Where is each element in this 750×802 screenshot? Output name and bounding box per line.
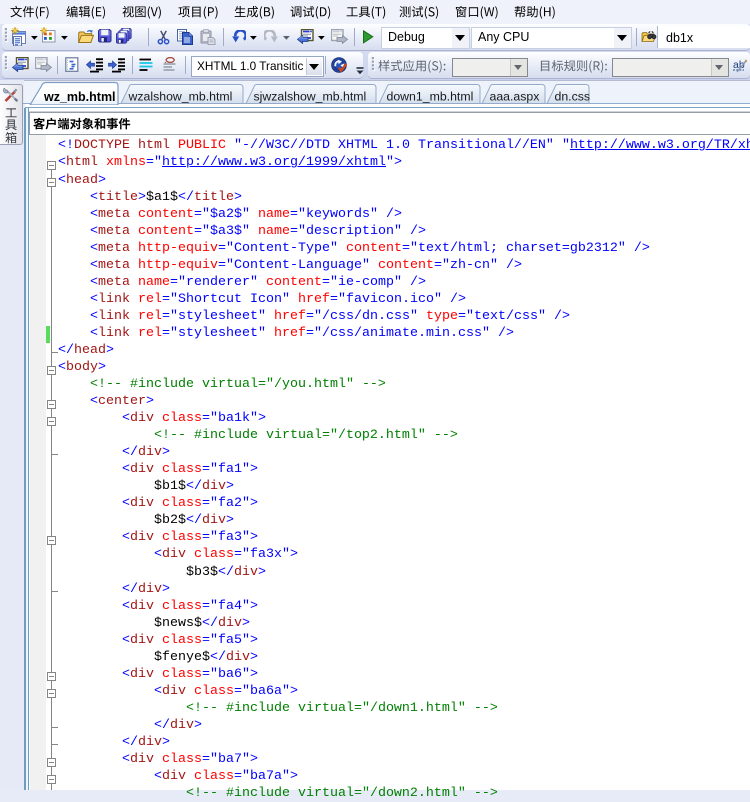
- svg-text:wz_mb.html: wz_mb.html: [43, 90, 116, 104]
- svg-text:sjwzalshow_mb.html: sjwzalshow_mb.html: [254, 90, 367, 104]
- svg-text:down1_mb.html: down1_mb.html: [387, 90, 474, 104]
- svg-text:dn.css: dn.css: [555, 90, 591, 104]
- svg-text:wzalshow_mb.html: wzalshow_mb.html: [128, 90, 233, 104]
- svg-text:aaa.aspx: aaa.aspx: [490, 90, 541, 104]
